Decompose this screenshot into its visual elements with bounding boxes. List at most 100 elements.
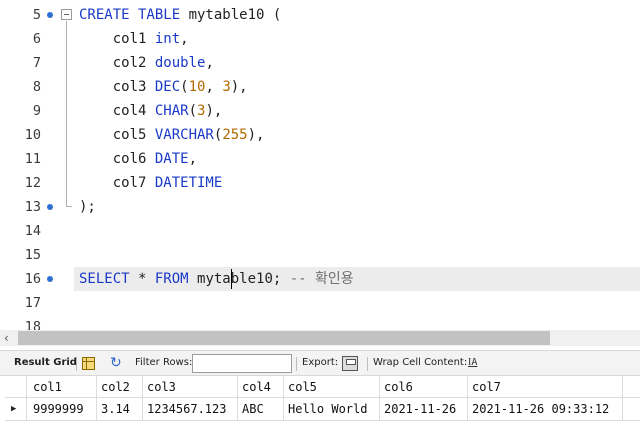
code-line[interactable]: CREATE TABLE mytable10 ( xyxy=(79,3,281,27)
sql-keyword: VARCHAR xyxy=(154,127,214,143)
line-number: 15 xyxy=(24,247,41,263)
code-text: mytable10; xyxy=(188,271,290,287)
column-header-col1[interactable]: col1 xyxy=(29,376,97,398)
table-cell[interactable]: 3.14 xyxy=(97,398,143,420)
line-number: 16 xyxy=(24,271,41,287)
fold-guide xyxy=(66,21,67,199)
table-cell[interactable]: Hello World xyxy=(284,398,380,420)
line-number: 7 xyxy=(32,55,41,71)
fold-end-marker xyxy=(66,199,72,207)
toolbar-separator xyxy=(296,357,297,371)
export-label: Export: xyxy=(302,357,339,368)
line-number: 17 xyxy=(24,295,41,311)
code-text: ), xyxy=(247,127,265,143)
line-number: 12 xyxy=(24,175,41,191)
sql-keyword: CREATE TABLE xyxy=(79,7,189,23)
filter-rows-input[interactable] xyxy=(192,354,292,373)
statement-marker-icon[interactable] xyxy=(47,204,53,210)
code-text: , xyxy=(188,151,198,167)
scroll-left-arrow-icon[interactable]: ‹ xyxy=(4,331,9,345)
statement-marker-icon[interactable] xyxy=(47,12,53,18)
grid-divider xyxy=(5,420,640,421)
line-number: 5 xyxy=(32,7,41,23)
code-text: col5 xyxy=(79,127,155,143)
code-line[interactable]: col1 int, xyxy=(79,27,189,51)
row-selector-arrow-icon: ▶ xyxy=(11,404,17,414)
code-text: ); xyxy=(79,199,96,215)
result-grid-label[interactable]: Result Grid xyxy=(14,351,77,375)
table-cell[interactable]: ABC xyxy=(238,398,284,420)
result-grid[interactable]: col1 col2 col3 col4 col5 col6 col7 ▶ 999… xyxy=(5,376,640,438)
code-text: ( xyxy=(188,103,198,119)
sql-keyword: SELECT xyxy=(79,271,130,287)
row-header-corner xyxy=(5,376,27,398)
code-line[interactable]: col6 DATE, xyxy=(79,147,197,171)
code-text: col6 xyxy=(79,151,155,167)
code-line[interactable]: col3 DEC(10, 3), xyxy=(79,75,248,99)
line-number: 11 xyxy=(24,151,41,167)
result-grid-toolbar: Result Grid ↻ Filter Rows: Export: Wrap … xyxy=(0,350,640,376)
code-text: col2 xyxy=(79,55,155,71)
code-line[interactable]: col4 CHAR(3), xyxy=(79,99,223,123)
column-header-col3[interactable]: col3 xyxy=(143,376,238,398)
filter-rows-label: Filter Rows: xyxy=(135,357,193,368)
table-cell[interactable]: 2021-11-26 xyxy=(380,398,468,420)
code-text: ), xyxy=(205,103,223,119)
code-text: mytable10 ( xyxy=(188,7,282,23)
sql-keyword: int xyxy=(154,31,181,47)
text-caret xyxy=(231,269,232,289)
code-line[interactable]: ); xyxy=(79,195,96,219)
code-line[interactable]: col2 double, xyxy=(79,51,214,75)
column-header-col4[interactable]: col4 xyxy=(238,376,284,398)
sql-keyword: DATE xyxy=(154,151,189,167)
code-line[interactable]: col5 VARCHAR(255), xyxy=(79,123,265,147)
sql-number: 3 xyxy=(222,79,231,95)
row-header[interactable]: ▶ xyxy=(5,398,27,420)
sql-editor[interactable]: 5 CREATE TABLE mytable10 ( 6 col1 int, 7 co… xyxy=(0,0,640,330)
sql-keyword: CHAR xyxy=(154,103,189,119)
sql-comment: -- 확인용 xyxy=(289,271,354,287)
code-text: , xyxy=(180,31,189,47)
grid-header-row: col1 col2 col3 col4 col5 col6 col7 xyxy=(5,376,640,398)
toolbar-separator xyxy=(367,357,368,371)
table-row[interactable]: ▶ 9999999 3.14 1234567.123 ABC Hello Wor… xyxy=(5,398,640,420)
code-text: col7 xyxy=(79,175,155,191)
code-line[interactable]: col7 DATETIME xyxy=(79,171,223,195)
code-text: col1 xyxy=(79,31,155,47)
sql-number: 10 xyxy=(188,79,206,95)
table-cell[interactable]: 2021-11-26 09:33:12 xyxy=(468,398,623,420)
line-number: 8 xyxy=(32,79,41,95)
grid-view-icon[interactable] xyxy=(82,357,95,370)
line-number: 6 xyxy=(32,31,41,47)
column-header-col5[interactable]: col5 xyxy=(284,376,380,398)
statement-marker-icon[interactable] xyxy=(47,276,53,282)
column-header-col6[interactable]: col6 xyxy=(380,376,468,398)
line-number: 18 xyxy=(24,319,41,330)
column-header-col2[interactable]: col2 xyxy=(97,376,143,398)
refresh-icon[interactable]: ↻ xyxy=(110,354,122,372)
code-text: col4 xyxy=(79,103,155,119)
wrap-cell-content-label: Wrap Cell Content: xyxy=(373,357,468,368)
sql-keyword: FROM xyxy=(154,271,189,287)
fold-toggle-icon[interactable] xyxy=(61,9,72,20)
toolbar-separator xyxy=(76,357,77,371)
wrap-cell-content-icon[interactable]: I͟A xyxy=(468,356,477,370)
line-number: 10 xyxy=(24,127,41,143)
sql-keyword: DEC xyxy=(154,79,181,95)
table-cell[interactable]: 1234567.123 xyxy=(143,398,238,420)
export-icon[interactable] xyxy=(342,356,358,371)
code-text: , xyxy=(205,79,223,95)
sql-number: 255 xyxy=(222,127,248,143)
code-text: col3 xyxy=(79,79,155,95)
line-number: 14 xyxy=(24,223,41,239)
editor-horizontal-scrollbar[interactable]: ‹ xyxy=(0,330,640,346)
scrollbar-thumb[interactable] xyxy=(18,331,550,345)
code-text: * xyxy=(129,271,155,287)
sql-keyword: double xyxy=(154,55,206,71)
table-cell[interactable]: 9999999 xyxy=(29,398,97,420)
line-number: 9 xyxy=(32,103,41,119)
code-line[interactable]: SELECT * FROM mytable10; -- 확인용 xyxy=(79,267,354,291)
line-number: 13 xyxy=(24,199,41,215)
code-text: , xyxy=(205,55,214,71)
column-header-col7[interactable]: col7 xyxy=(468,376,623,398)
